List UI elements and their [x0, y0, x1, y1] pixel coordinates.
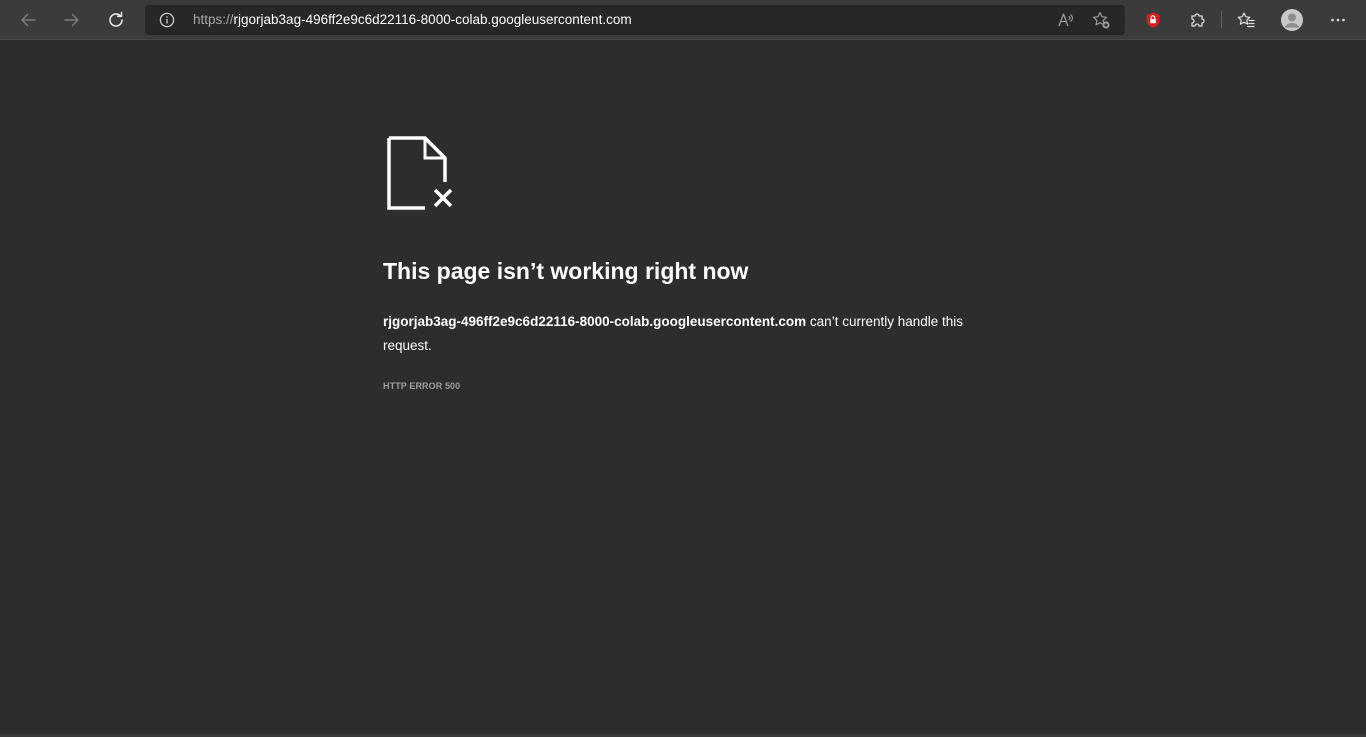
url-scheme: https:// — [193, 12, 234, 27]
star-add-icon[interactable] — [1090, 9, 1112, 31]
favorites-button[interactable] — [1230, 4, 1262, 36]
page-title: This page isn’t working right now — [383, 258, 749, 284]
broken-file-icon — [387, 136, 459, 217]
error-host: rjgorjab3ag-496ff2e9c6d22116-8000-colab.… — [383, 314, 807, 329]
address-bar[interactable]: https://rjgorjab3ag-496ff2e9c6d22116-800… — [145, 5, 1125, 35]
toolbar-divider — [1221, 11, 1222, 28]
forward-button[interactable] — [56, 4, 88, 36]
puzzle-icon — [1191, 13, 1205, 27]
error-message: rjgorjab3ag-496ff2e9c6d22116-8000-colab.… — [383, 310, 983, 358]
arrow-right-icon — [64, 13, 79, 27]
avatar-icon — [1281, 9, 1303, 31]
read-aloud-icon[interactable] — [1055, 9, 1077, 31]
refresh-icon — [109, 11, 123, 27]
more-menu-button[interactable] — [1322, 4, 1354, 36]
shield-extension-button[interactable] — [1137, 4, 1169, 36]
more-icon — [1331, 18, 1345, 22]
refresh-button[interactable] — [100, 4, 132, 36]
extensions-button[interactable] — [1181, 4, 1213, 36]
url-text[interactable]: https://rjgorjab3ag-496ff2e9c6d22116-800… — [193, 12, 632, 28]
profile-button[interactable] — [1276, 4, 1308, 36]
browser-toolbar: https://rjgorjab3ag-496ff2e9c6d22116-800… — [0, 0, 1366, 40]
info-icon[interactable] — [159, 12, 175, 28]
arrow-left-icon — [21, 13, 36, 27]
back-button[interactable] — [12, 4, 44, 36]
error-code: HTTP ERROR 500 — [383, 381, 461, 391]
shield-lock-icon — [1146, 12, 1160, 28]
favorites-icon — [1237, 12, 1255, 28]
url-host: rjgorjab3ag-496ff2e9c6d22116-8000-colab.… — [233, 12, 632, 27]
